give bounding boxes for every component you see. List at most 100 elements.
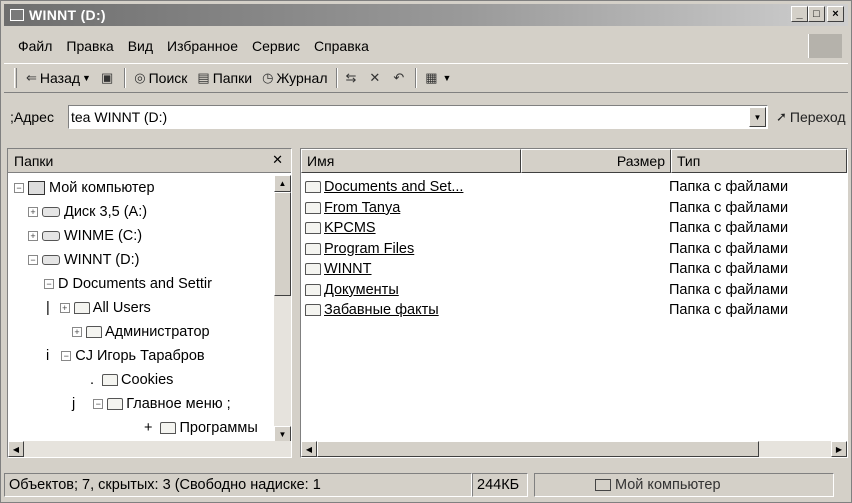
- scroll-thumb[interactable]: [317, 441, 759, 457]
- menu-bar: Файл Правка Вид Избранное Сервис Справка: [4, 34, 848, 58]
- tree-item-documents-and-settings[interactable]: − D Documents and Settir: [44, 273, 212, 295]
- maximize-button[interactable]: □: [808, 6, 825, 22]
- folders-vertical-scrollbar[interactable]: ▲ ▼: [274, 175, 291, 443]
- scroll-left-icon[interactable]: ◀: [8, 441, 24, 457]
- address-label: ;Адрес: [10, 109, 54, 125]
- search-icon: ◎: [134, 70, 146, 85]
- computer-icon: [595, 479, 611, 491]
- folder-icon: [305, 222, 321, 235]
- undo-button[interactable]: ↶: [388, 66, 412, 90]
- folders-pane-header: Папки ✕: [8, 149, 291, 173]
- tree-item-my-computer[interactable]: − Мой компьютер: [14, 177, 155, 199]
- tree-item-label: WINME (C:): [64, 228, 143, 244]
- collapse-icon[interactable]: −: [28, 255, 38, 265]
- file-name: Documents and Set...: [324, 179, 464, 196]
- list-item[interactable]: Documents and Set... Папка с файлами: [301, 177, 847, 198]
- address-input[interactable]: [71, 109, 731, 125]
- scroll-left-icon[interactable]: ◀: [301, 441, 317, 457]
- toolbar-separator: [124, 68, 127, 88]
- folders-horizontal-scrollbar[interactable]: ◀: [8, 441, 291, 457]
- tree-item-drive-d[interactable]: − WINNT (D:): [28, 249, 139, 271]
- explorer-window: WINNT (D:) _ □ × Файл Правка Вид Избранн…: [0, 0, 852, 503]
- tree-item-administrator[interactable]: + Администратор: [72, 321, 210, 343]
- list-item[interactable]: Документы Папка с файлами: [301, 280, 847, 301]
- computer-icon: [28, 181, 45, 195]
- column-type[interactable]: Тип: [671, 149, 847, 173]
- search-button[interactable]: ◎ Поиск: [129, 66, 192, 90]
- menu-tools[interactable]: Сервис: [245, 38, 307, 54]
- close-pane-icon[interactable]: ✕: [272, 152, 283, 168]
- menu-view[interactable]: Вид: [121, 38, 160, 54]
- tree-item-igor-tarabrov[interactable]: i − CJ Игорь Тарабров: [46, 345, 205, 367]
- scroll-up-icon[interactable]: ▲: [274, 175, 291, 192]
- expand-icon[interactable]: +: [72, 327, 82, 337]
- column-size[interactable]: Размер: [521, 149, 671, 173]
- move-to-button[interactable]: ⇆: [341, 66, 365, 90]
- collapse-icon[interactable]: −: [93, 399, 104, 409]
- list-item[interactable]: WINNT Папка с файлами: [301, 259, 847, 280]
- tree-item-label: Cookies: [121, 372, 174, 388]
- list-item[interactable]: From Tanya Папка с файлами: [301, 198, 847, 219]
- expand-icon[interactable]: +: [28, 207, 38, 217]
- delete-button[interactable]: ✕: [364, 66, 388, 90]
- list-item[interactable]: Забавные факты Папка с файлами: [301, 300, 847, 321]
- back-button[interactable]: ⇐ Назад ▼: [21, 66, 96, 90]
- folder-icon: [86, 326, 102, 338]
- tree-item-start-menu[interactable]: j − Главное меню ;: [72, 393, 231, 415]
- collapse-icon[interactable]: −: [44, 279, 54, 289]
- floppy-drive-icon: [42, 207, 60, 217]
- up-folder-button[interactable]: ▣: [96, 66, 121, 90]
- status-zone: Мой компьютер: [534, 473, 834, 497]
- tree-item-drive-c[interactable]: + WINME (C:): [28, 225, 142, 247]
- menu-file[interactable]: Файл: [4, 38, 59, 54]
- folder-icon: [305, 283, 321, 296]
- file-name: KPCMS: [324, 220, 376, 237]
- collapse-icon[interactable]: −: [14, 183, 24, 193]
- folders-label: Папки: [212, 70, 253, 86]
- menu-edit[interactable]: Правка: [59, 38, 120, 54]
- address-dropdown-icon[interactable]: ▼: [749, 107, 766, 127]
- address-field[interactable]: ▼: [68, 105, 768, 129]
- tree-item-cookies[interactable]: . Cookies: [90, 369, 173, 391]
- tree-item-floppy[interactable]: + Диск 3,5 (A:): [28, 201, 147, 223]
- close-button[interactable]: ×: [827, 6, 844, 22]
- go-button[interactable]: ➚ Переход: [776, 109, 846, 125]
- file-type: Папка с файлами: [669, 302, 789, 319]
- address-bar: ;Адрес ▼ ➚ Переход: [4, 101, 848, 133]
- views-button[interactable]: ▦ ▼: [420, 66, 456, 90]
- list-item[interactable]: KPCMS Папка с файлами: [301, 218, 847, 239]
- tree-guide: i: [46, 348, 50, 364]
- history-icon: ◷: [262, 70, 274, 85]
- column-name[interactable]: Имя: [301, 149, 521, 173]
- folder-icon: [102, 374, 119, 386]
- scroll-right-icon[interactable]: ▶: [831, 441, 847, 457]
- toolbar-grip[interactable]: [14, 68, 17, 88]
- tree-guide: .: [90, 372, 95, 388]
- tree-item-all-users[interactable]: | + All Users: [46, 297, 151, 319]
- undo-icon: ↶: [393, 70, 405, 85]
- expand-icon[interactable]: +: [28, 231, 38, 241]
- tree-item-label: Главное меню ;: [126, 396, 231, 412]
- minimize-button[interactable]: _: [791, 6, 808, 22]
- expand-icon[interactable]: +: [59, 303, 70, 313]
- history-button[interactable]: ◷ Журнал: [257, 66, 332, 90]
- scroll-thumb[interactable]: [274, 192, 291, 296]
- tree-item-label: Мой компьютер: [49, 180, 155, 196]
- tree-item-label: Диск 3,5 (A:): [64, 204, 148, 220]
- back-dropdown-icon[interactable]: ▼: [82, 73, 91, 83]
- tree-item-label: Администратор: [105, 324, 210, 340]
- tree-item-label: CJ Игорь Тарабров: [75, 348, 205, 364]
- files-horizontal-scrollbar[interactable]: ◀ ▶: [301, 441, 847, 457]
- collapse-icon[interactable]: −: [61, 351, 72, 361]
- list-item[interactable]: Program Files Папка с файлами: [301, 239, 847, 260]
- folder-window-icon: [10, 9, 24, 21]
- folders-button[interactable]: ▤ Папки: [192, 66, 257, 90]
- folders-pane-title: Папки: [14, 152, 54, 169]
- pane-splitter[interactable]: [293, 148, 298, 458]
- menu-favorites[interactable]: Избранное: [160, 38, 245, 54]
- folders-icon: ▤: [197, 70, 210, 85]
- menu-help[interactable]: Справка: [307, 38, 376, 54]
- tree-item-programs[interactable]: + Программы: [144, 417, 258, 439]
- title-bar[interactable]: WINNT (D:) _ □ ×: [4, 4, 848, 26]
- window-controls: _ □ ×: [791, 6, 844, 22]
